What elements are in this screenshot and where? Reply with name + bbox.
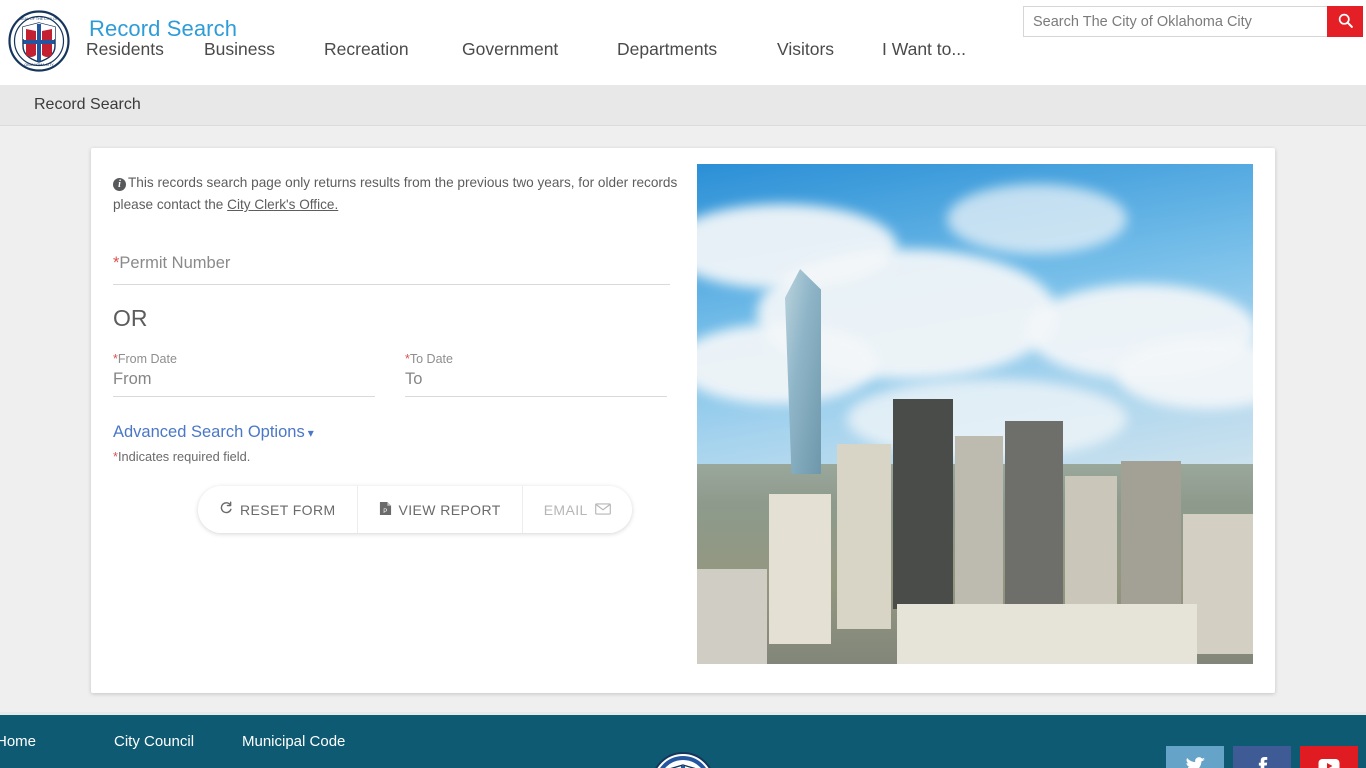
twitter-link[interactable]	[1166, 746, 1224, 768]
footer-city-seal[interactable]	[650, 751, 716, 768]
permit-number-label: *Permit Number	[113, 254, 670, 273]
nav-item-residents[interactable]: Residents	[86, 39, 204, 60]
form-action-buttons: RESET FORM P VIEW REPORT EMAIL	[198, 486, 632, 534]
records-notice-text: This records search page only returns re…	[113, 175, 678, 213]
record-search-form: i This records search page only returns r…	[113, 172, 693, 534]
city-clerk-office-link[interactable]: City Clerk's Office.	[227, 197, 338, 212]
nav-item-business[interactable]: Business	[204, 39, 324, 60]
email-label: EMAIL	[543, 501, 588, 518]
svg-text:P: P	[383, 509, 387, 515]
nav-item-departments[interactable]: Departments	[617, 39, 777, 60]
social-links	[1166, 746, 1358, 768]
pdf-file-icon: P	[379, 501, 392, 519]
search-icon	[1337, 12, 1354, 32]
facebook-link[interactable]	[1233, 746, 1291, 768]
nav-item-recreation[interactable]: Recreation	[324, 39, 462, 60]
envelope-icon	[594, 502, 611, 518]
footer-link-city-council[interactable]: City Council	[114, 733, 242, 750]
breadcrumb: Record Search	[0, 85, 1366, 126]
to-date-label-text: To Date	[409, 352, 453, 367]
building-shape	[893, 399, 953, 609]
from-date-field: *From Date	[113, 352, 375, 398]
or-separator: OR	[113, 305, 148, 332]
building-shape	[837, 444, 891, 629]
reset-form-button[interactable]: RESET FORM	[198, 486, 358, 534]
page-body: i This records search page only returns r…	[0, 126, 1366, 712]
from-date-input[interactable]	[113, 370, 375, 398]
record-search-card: i This records search page only returns r…	[91, 148, 1275, 693]
reset-form-label: RESET FORM	[240, 501, 336, 518]
building-shape	[955, 436, 1003, 604]
required-field-note: *Indicates required field.	[113, 449, 693, 464]
search-button[interactable]	[1327, 6, 1363, 37]
twitter-icon	[1184, 755, 1206, 768]
youtube-icon	[1317, 754, 1341, 768]
email-button[interactable]: EMAIL	[522, 486, 632, 534]
nav-item-i-want-to[interactable]: I Want to...	[882, 39, 992, 60]
records-notice: i This records search page only returns r…	[113, 172, 678, 216]
okc-skyline-photo	[697, 164, 1253, 664]
devon-tower-shape	[785, 269, 821, 474]
site-search	[1023, 6, 1363, 37]
building-shape	[1005, 421, 1063, 616]
cloud-shape	[947, 184, 1127, 254]
search-input[interactable]	[1023, 6, 1327, 37]
permit-number-label-text: Permit Number	[119, 254, 231, 273]
required-field-note-text: Indicates required field.	[117, 449, 251, 465]
site-header: SEAL OF THE CITY OF OKLAHOMA CITY Record…	[0, 0, 1366, 85]
building-shape	[769, 494, 831, 644]
advanced-search-options-label: Advanced Search Options	[113, 423, 305, 442]
city-seal-logo[interactable]: SEAL OF THE CITY OF OKLAHOMA CITY	[8, 10, 70, 72]
advanced-search-options-toggle[interactable]: Advanced Search Options ▾	[113, 423, 314, 442]
breadcrumb-current: Record Search	[34, 96, 141, 113]
info-icon: i	[113, 178, 126, 191]
permit-number-field: *Permit Number	[113, 254, 670, 286]
date-range-row: *From Date *To Date	[113, 352, 693, 398]
facebook-icon	[1251, 755, 1273, 768]
footer-link-home[interactable]: Home	[0, 733, 114, 750]
chevron-down-icon: ▾	[307, 426, 314, 441]
refresh-icon	[219, 501, 233, 518]
view-report-label: VIEW REPORT	[398, 501, 501, 518]
parking-garage-shape	[897, 604, 1197, 664]
nav-item-visitors[interactable]: Visitors	[777, 39, 882, 60]
main-navigation: Residents Business Recreation Government Dep…	[86, 39, 992, 60]
from-date-label-text: From Date	[117, 352, 177, 367]
to-date-label: *To Date	[405, 352, 667, 366]
to-date-input[interactable]	[405, 370, 667, 398]
view-report-button[interactable]: P VIEW REPORT	[357, 486, 523, 534]
to-date-field: *To Date	[405, 352, 667, 398]
svg-text:OKLAHOMA CITY: OKLAHOMA CITY	[24, 63, 54, 67]
site-footer: Home City Council Municipal Code	[0, 712, 1366, 768]
footer-navigation: Home City Council Municipal Code	[0, 733, 345, 751]
building-shape	[697, 569, 767, 664]
permit-number-input[interactable]	[113, 284, 670, 286]
youtube-link[interactable]	[1300, 746, 1358, 768]
from-date-label: *From Date	[113, 352, 375, 366]
svg-text:SEAL OF THE CITY OF: SEAL OF THE CITY OF	[20, 17, 59, 21]
nav-item-government[interactable]: Government	[462, 39, 617, 60]
footer-link-municipal-code[interactable]: Municipal Code	[242, 733, 345, 750]
